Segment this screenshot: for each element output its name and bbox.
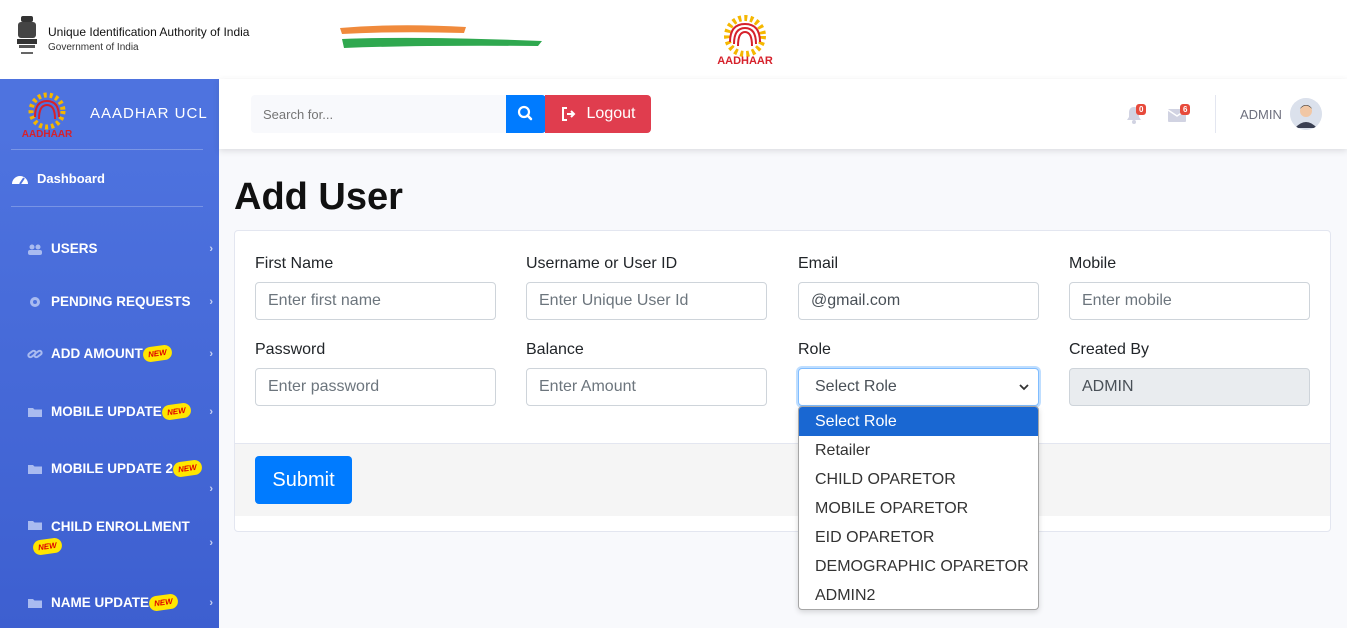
- chevron-right-icon: ›: [209, 295, 213, 308]
- topbar-divider: [1215, 95, 1216, 133]
- brand-logo-text: AADHAAR: [22, 129, 73, 140]
- sidebar-item-name-update[interactable]: NAME UPDATE NEW ›: [27, 595, 217, 610]
- chevron-right-icon: ›: [209, 405, 213, 418]
- sidebar: AADHAAR AAADHAR UCL Dashboard USERS › PE…: [0, 79, 219, 628]
- role-select[interactable]: Select Role: [798, 368, 1039, 406]
- topbar: Logout 0 6 ADMIN: [219, 79, 1347, 149]
- folder-icon: [28, 407, 42, 417]
- chevron-right-icon: ›: [209, 537, 213, 549]
- role-option[interactable]: EID OPARETOR: [799, 523, 1038, 552]
- tachometer-icon: [12, 175, 28, 185]
- chevron-right-icon: ›: [209, 347, 213, 360]
- sidebar-item-label: NAME UPDATE: [51, 595, 150, 610]
- sidebar-brand[interactable]: AADHAAR AAADHAR UCL: [0, 79, 219, 149]
- sidebar-item-label: CHILD ENROLLMENT: [51, 519, 190, 534]
- role-option[interactable]: Select Role: [799, 407, 1038, 436]
- created-by-field: ADMIN: [1069, 368, 1310, 406]
- new-badge: NEW: [174, 461, 201, 476]
- messages-badge: 6: [1180, 104, 1191, 115]
- password-label: Password: [255, 341, 326, 358]
- aadhaar-logo-text: AADHAAR: [717, 55, 773, 67]
- user-name[interactable]: ADMIN: [1240, 107, 1282, 122]
- search-button[interactable]: [506, 95, 546, 133]
- logout-button[interactable]: Logout: [545, 95, 651, 133]
- logout-label: Logout: [586, 105, 636, 122]
- users-icon: [28, 244, 42, 255]
- role-dropdown-list: Select Role Retailer CHILD OPARETOR MOBI…: [798, 406, 1039, 610]
- chevron-right-icon: ›: [209, 483, 213, 495]
- mobile-field[interactable]: Enter mobile: [1069, 282, 1310, 320]
- alerts-badge: 0: [1136, 104, 1147, 115]
- search-icon: [517, 105, 533, 121]
- sidebar-item-label: PENDING REQUESTS: [51, 294, 191, 309]
- sidebar-divider: [11, 149, 203, 150]
- submit-button[interactable]: Submit: [255, 456, 352, 504]
- folder-icon: [28, 521, 42, 530]
- role-option[interactable]: DEMOGRAPHIC OPARETOR: [799, 552, 1038, 581]
- sidebar-item-child-enrollment[interactable]: CHILD ENROLLMENT NEW ›: [27, 519, 217, 554]
- first-name-field[interactable]: Enter first name: [255, 282, 496, 320]
- search-input[interactable]: [251, 95, 507, 133]
- gov-title: Unique Identification Authority of India: [48, 25, 250, 39]
- add-user-card: First Name Username or User ID Email Mob…: [234, 230, 1331, 532]
- email-label: Email: [798, 255, 839, 272]
- role-option[interactable]: CHILD OPARETOR: [799, 465, 1038, 494]
- new-badge: NEW: [144, 346, 171, 361]
- gear-icon: [30, 296, 40, 307]
- role-select-value: Select Role: [815, 378, 897, 395]
- new-badge: NEW: [34, 539, 61, 554]
- dashboard-label: Dashboard: [37, 171, 105, 186]
- role-label: Role: [798, 341, 831, 358]
- link-icon: [27, 349, 43, 358]
- page-title: Add User: [234, 176, 403, 218]
- sidebar-divider: [11, 206, 203, 207]
- national-emblem-icon: [17, 16, 37, 54]
- balance-field[interactable]: Enter Amount: [526, 368, 767, 406]
- sidebar-item-label: MOBILE UPDATE: [51, 404, 162, 419]
- chevron-down-icon: [1019, 384, 1029, 391]
- created-by-label: Created By: [1069, 341, 1150, 358]
- user-avatar-icon: [1290, 98, 1322, 130]
- aadhaar-logo-icon: AADHAAR: [717, 15, 773, 67]
- balance-label: Balance: [526, 341, 584, 358]
- brand-name: AAADHAR UCL: [90, 105, 208, 122]
- aadhaar-brand-logo-icon: AADHAAR: [22, 92, 73, 140]
- sidebar-item-pending-requests[interactable]: PENDING REQUESTS ›: [27, 294, 217, 309]
- username-label: Username or User ID: [526, 255, 678, 272]
- mobile-label: Mobile: [1069, 255, 1117, 272]
- sidebar-item-users[interactable]: USERS ›: [27, 241, 217, 256]
- role-option[interactable]: Retailer: [799, 436, 1038, 465]
- sidebar-item-add-amount[interactable]: ADD AMOUNT NEW ›: [27, 346, 217, 361]
- new-badge: NEW: [150, 595, 177, 610]
- avatar[interactable]: [1290, 98, 1322, 130]
- email-field[interactable]: @gmail.com: [798, 282, 1039, 320]
- folder-icon: [28, 598, 42, 608]
- sign-out-icon: [561, 107, 575, 121]
- sidebar-item-label: ADD AMOUNT: [51, 346, 143, 361]
- sidebar-item-mobile-update[interactable]: MOBILE UPDATE NEW ›: [27, 404, 217, 419]
- sidebar-item-dashboard[interactable]: Dashboard: [11, 171, 105, 186]
- folder-icon: [28, 464, 42, 474]
- gov-header: Unique Identification Authority of India…: [0, 0, 1347, 79]
- tricolor-flag-icon: [340, 25, 542, 48]
- chevron-right-icon: ›: [209, 596, 213, 609]
- role-option[interactable]: MOBILE OPARETOR: [799, 494, 1038, 523]
- gov-subtitle: Government of India: [48, 42, 139, 53]
- username-field[interactable]: Enter Unique User Id: [526, 282, 767, 320]
- sidebar-item-label: USERS: [51, 241, 98, 256]
- chevron-right-icon: ›: [209, 242, 213, 255]
- first-name-label: First Name: [255, 255, 334, 272]
- card-footer: Submit: [235, 443, 1330, 516]
- password-field[interactable]: Enter password: [255, 368, 496, 406]
- sidebar-item-mobile-update-2[interactable]: MOBILE UPDATE 2 NEW ›: [27, 461, 217, 495]
- role-option[interactable]: ADMIN2: [799, 581, 1038, 609]
- new-badge: NEW: [163, 404, 190, 419]
- sidebar-item-label: MOBILE UPDATE 2: [51, 461, 174, 476]
